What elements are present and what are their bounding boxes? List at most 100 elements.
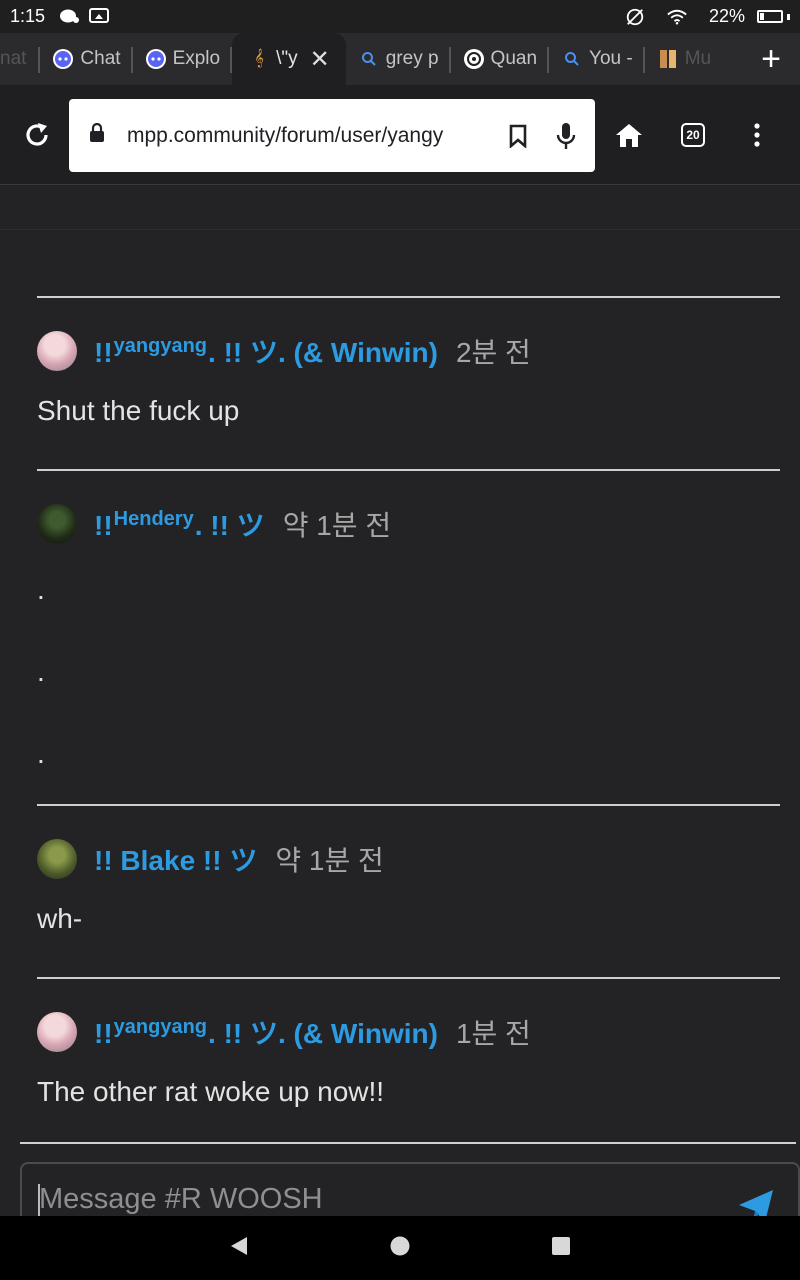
message-line: wh- (37, 903, 83, 934)
tab-label: You - (589, 48, 633, 69)
discord-icon (145, 48, 167, 70)
search-icon (358, 48, 380, 70)
search-icon (561, 48, 583, 70)
menu-button[interactable] (728, 106, 786, 164)
tab-label: Explo (172, 48, 221, 69)
status-bar: 1:15 22% (0, 0, 800, 33)
more-vert-icon (754, 123, 760, 147)
home-circle-icon (390, 1236, 410, 1255)
cast-icon (89, 7, 110, 26)
new-tab-button[interactable]: + (742, 40, 800, 79)
screen: 1:15 22% nat Chat Explo 𝄞 \"y ✕ grey p Q… (0, 0, 800, 1280)
chatgpt-icon (463, 48, 485, 70)
tab-chat[interactable]: Chat (40, 33, 133, 85)
message: !! yangyang . !! ツ. (& Winwin) 2분 전 Shut… (37, 330, 780, 450)
timestamp: 약 1분 전 (275, 845, 384, 876)
reload-icon (26, 123, 48, 146)
tab-label: grey p (385, 48, 439, 69)
timestamp: 2분 전 (455, 337, 531, 368)
message-divider (37, 469, 780, 471)
message: !! yangyang . !! ツ. (& Winwin) 1분 전 The … (37, 1011, 780, 1131)
message-line: . (37, 738, 45, 769)
text-cursor (38, 1184, 40, 1218)
tab-partial-label: nat (0, 48, 27, 69)
back-icon (231, 1236, 247, 1255)
message-divider (37, 296, 780, 298)
home-nav-button[interactable] (389, 1235, 411, 1262)
tab-mu[interactable]: Mu (645, 33, 723, 85)
tab-label: \"y (276, 48, 298, 69)
avatar[interactable] (37, 504, 77, 544)
tab-grey[interactable]: grey p (346, 33, 451, 85)
tab-you[interactable]: You - (549, 33, 645, 85)
composer-divider (20, 1142, 796, 1144)
message-line: . (37, 574, 45, 605)
discord-icon (52, 48, 74, 70)
username-suffix: . !! ツ. (& Winwin) (208, 1018, 438, 1049)
username[interactable]: !! yangyang . !! ツ. (& Winwin) (94, 331, 438, 371)
tab-active[interactable]: 𝄞 \"y ✕ (232, 33, 346, 85)
toolbar-right: 20 (600, 85, 786, 185)
username-superscript: Hendery (113, 508, 194, 530)
username-superscript: yangyang (113, 1016, 208, 1038)
system-navigation-bar (0, 1216, 800, 1280)
close-tab-icon[interactable]: ✕ (310, 45, 330, 74)
username-suffix: . !! ツ. (& Winwin) (208, 337, 438, 368)
browser-toolbar: mpp.community/forum/user/yangy 20 (0, 85, 800, 185)
timestamp: 1분 전 (455, 1018, 531, 1049)
battery-icon (757, 10, 790, 23)
avatar[interactable] (37, 1012, 77, 1052)
microphone-icon[interactable] (551, 121, 581, 151)
clock: 1:15 (10, 6, 46, 26)
message-line: . (37, 656, 45, 687)
bookmark-icon[interactable] (503, 121, 533, 151)
recents-button[interactable] (551, 1236, 571, 1261)
battery-percent: 22% (708, 6, 745, 26)
home-icon (616, 124, 642, 147)
recents-icon (552, 1236, 570, 1255)
username-prefix: !! (94, 1018, 113, 1049)
username[interactable]: !! yangyang . !! ツ. (& Winwin) (94, 1012, 438, 1052)
username-suffix: . !! ツ (194, 510, 265, 541)
username-prefix: !! (94, 510, 113, 541)
reload-button[interactable] (8, 106, 66, 164)
message-divider (37, 977, 780, 979)
no-sync-icon (625, 8, 645, 26)
username-prefix: !! (94, 337, 113, 368)
tab-label: Quan (490, 48, 538, 69)
username-prefix: !! Blake !! ツ (94, 845, 258, 876)
tab-partial[interactable]: nat (0, 33, 41, 85)
tab-quan[interactable]: Quan (451, 33, 550, 85)
username[interactable]: !! Blake !! ツ (94, 839, 257, 879)
back-button[interactable] (229, 1235, 249, 1262)
message: !! Blake !! ツ 약 1분 전 wh- (37, 838, 780, 958)
lock-icon (89, 122, 105, 149)
music-note-icon: 𝄞 (254, 50, 264, 67)
username-superscript: yangyang (113, 335, 208, 357)
message-divider (37, 804, 780, 806)
address-bar[interactable]: mpp.community/forum/user/yangy (69, 99, 595, 172)
wifi-icon (667, 8, 687, 26)
tab-strip: nat Chat Explo 𝄞 \"y ✕ grey p Quan You -… (0, 33, 800, 85)
tab-label: Mu (684, 48, 712, 69)
message-body: The other rat woke up now!! (37, 1053, 780, 1131)
app-icon (657, 48, 679, 70)
home-button[interactable] (600, 106, 658, 164)
message-body: . . . (37, 549, 780, 795)
url-text[interactable]: mpp.community/forum/user/yangy (127, 124, 485, 148)
avatar[interactable] (37, 331, 77, 371)
message-body: wh- (37, 880, 780, 958)
message-line: The other rat woke up now!! (37, 1076, 385, 1107)
username[interactable]: !! Hendery . !! ツ (94, 504, 265, 544)
message-line: Shut the fuck up (37, 395, 240, 426)
chat-bubble-icon (59, 8, 80, 26)
tab-explore[interactable]: Explo (133, 33, 233, 85)
avatar[interactable] (37, 839, 77, 879)
chat-page: !! yangyang . !! ツ. (& Winwin) 2분 전 Shut… (0, 186, 800, 1242)
message: !! Hendery . !! ツ 약 1분 전 . . . (37, 503, 780, 795)
tab-switcher-button[interactable]: 20 (664, 106, 722, 164)
tab-count: 20 (681, 123, 705, 147)
page-header (0, 186, 800, 230)
message-body: Shut the fuck up (37, 372, 780, 450)
tab-label: Chat (80, 48, 121, 69)
